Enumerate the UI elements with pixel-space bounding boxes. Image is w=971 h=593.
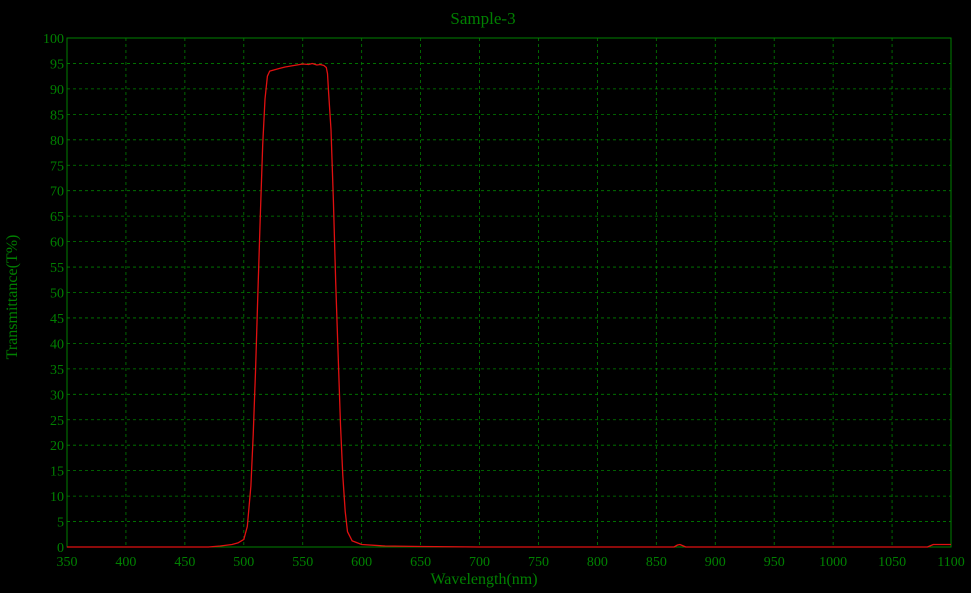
y-tick-label: 5 [57,516,64,531]
y-tick-label: 40 [50,337,64,352]
x-tick-label: 750 [528,555,549,570]
y-tick-label: 35 [50,363,64,378]
y-tick-label: 60 [50,236,64,251]
y-axis-label: Transmittance(T%) [4,235,21,360]
x-tick-label: 850 [646,555,667,570]
x-tick-label: 1050 [878,555,906,570]
y-tick-label: 45 [50,312,64,327]
transmittance-chart: 350 400 450 500 550 600 650 700 750 800 850 900 950 1… [0,0,971,593]
y-tick-label: 20 [50,439,64,454]
x-tick-label: 350 [57,555,78,570]
y-tick-label: 90 [50,83,64,98]
y-tick-label: 15 [50,465,64,480]
y-tick-label: 50 [50,287,64,302]
y-tick-label: 0 [57,541,64,556]
x-tick-label: 550 [292,555,313,570]
y-tick-label: 80 [50,134,64,149]
y-tick-label: 70 [50,185,64,200]
y-tick-label: 95 [50,57,64,72]
y-tick-label: 65 [50,210,64,225]
y-tick-label: 55 [50,261,64,276]
x-tick-label: 1000 [819,555,847,570]
x-tick-label: 900 [705,555,726,570]
y-tick-label: 10 [50,490,64,505]
y-tick-label: 100 [43,32,64,47]
x-tick-label: 400 [115,555,136,570]
x-tick-label: 700 [469,555,490,570]
y-tick-label: 75 [50,159,64,174]
x-tick-label: 1100 [937,555,964,570]
x-tick-label: 650 [410,555,431,570]
x-tick-label: 450 [174,555,195,570]
x-tick-label: 500 [233,555,254,570]
y-tick-label: 25 [50,414,64,429]
x-tick-label: 600 [351,555,372,570]
x-axis-label: Wavelength(nm) [430,571,537,588]
chart-title: Sample-3 [450,9,515,28]
x-tick-label: 800 [587,555,608,570]
x-tick-label: 950 [764,555,785,570]
y-tick-label: 30 [50,388,64,403]
y-tick-label: 85 [50,108,64,123]
